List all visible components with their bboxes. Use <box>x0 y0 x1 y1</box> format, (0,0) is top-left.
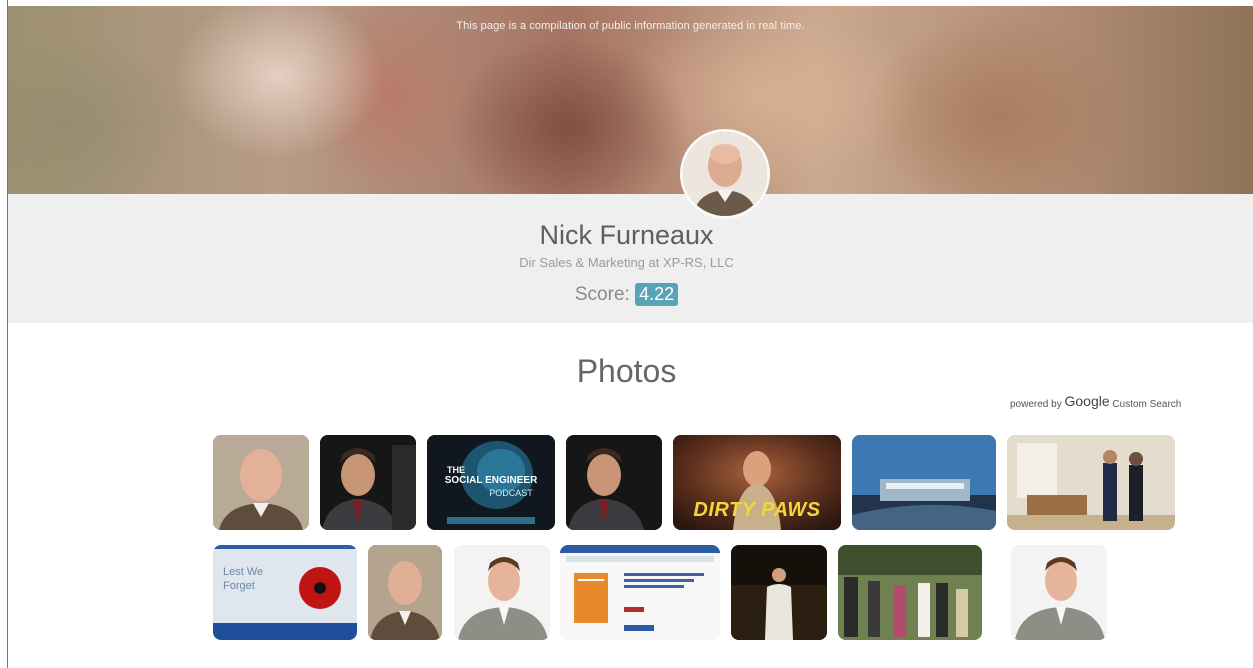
dirty-paws-title: DIRTY PAWS <box>693 499 821 521</box>
cover-banner: This page is a compilation of public inf… <box>8 6 1253 194</box>
podcast-line-2: SOCIAL ENGINEER <box>444 475 538 486</box>
powered-by-label: powered by <box>1010 399 1062 410</box>
photo-thumbnail[interactable] <box>566 435 662 530</box>
podcast-thumbnail[interactable]: THE SOCIAL ENGINEER PODCAST <box>427 435 555 530</box>
office-thumbnail[interactable] <box>1007 435 1175 530</box>
custom-search-label: Custom Search <box>1112 399 1182 410</box>
photo-thumbnail[interactable] <box>731 545 827 640</box>
remembrance-thumbnail[interactable]: Lest We Forget <box>213 545 357 640</box>
podcast-line-3: PODCAST <box>489 488 533 498</box>
profile-name: Nick Furneaux <box>539 220 714 250</box>
score-row: Score: 4.22 <box>0 283 1253 306</box>
dirty-paws-thumbnail[interactable]: DIRTY PAWS <box>673 435 841 530</box>
google-wordmark: Google <box>1064 393 1110 409</box>
lest-we-forget-text: Lest We Forget <box>223 566 264 592</box>
compilation-notice: This page is a compilation of public inf… <box>456 20 805 32</box>
score-badge: 4.22 <box>635 283 679 306</box>
photo-thumbnail[interactable] <box>213 435 309 530</box>
score-label: Score: <box>574 284 630 305</box>
building-thumbnail[interactable] <box>852 435 996 530</box>
photo-thumbnail[interactable] <box>1011 545 1107 640</box>
photo-thumbnail[interactable] <box>320 435 416 530</box>
profile-avatar[interactable] <box>680 129 770 219</box>
poppy-icon <box>299 567 341 609</box>
photo-thumbnail[interactable] <box>368 545 442 640</box>
wedding-thumbnail[interactable] <box>838 545 982 640</box>
photo-thumbnail[interactable] <box>454 545 550 640</box>
photos-heading: Photos <box>576 353 677 389</box>
powered-by-google[interactable]: powered by Google Custom Search <box>1010 393 1181 410</box>
bookstore-thumbnail[interactable] <box>560 545 720 640</box>
profile-job-title: Dir Sales & Marketing at XP-RS, LLC <box>519 255 734 270</box>
podcast-line-1: THE <box>447 465 465 475</box>
